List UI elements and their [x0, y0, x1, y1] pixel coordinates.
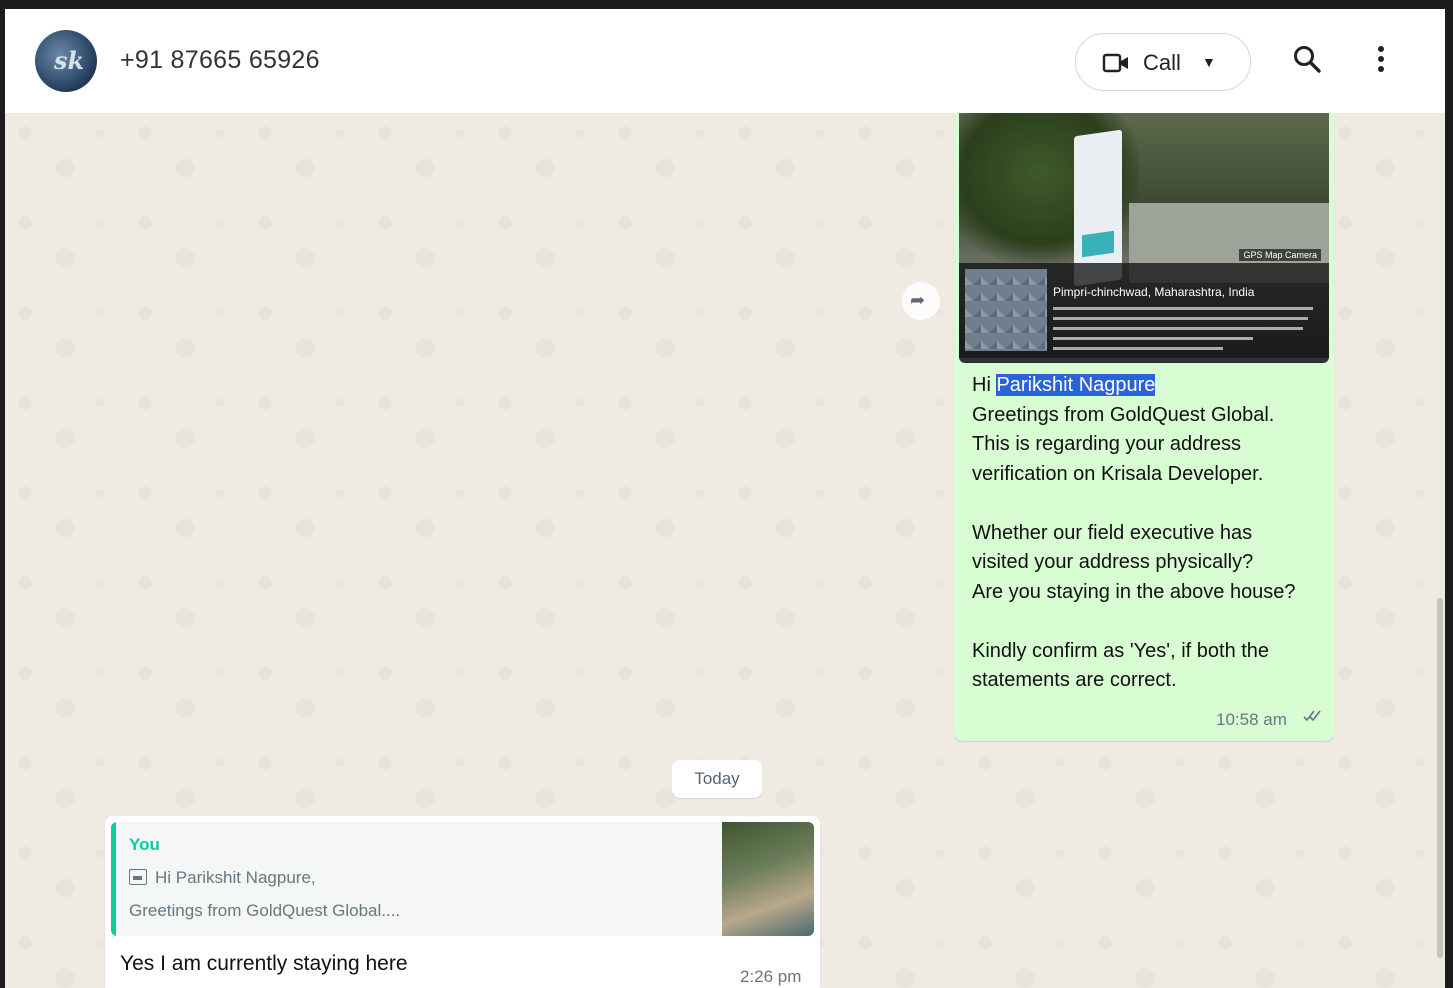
quote-line: Hi Parikshit Nagpure, [129, 868, 316, 888]
more-options-icon[interactable] [1375, 45, 1387, 80]
search-icon[interactable] [1292, 44, 1322, 79]
message-line: Are you staying in the above house? [972, 580, 1296, 603]
message-line: Whether our field executive has [972, 521, 1253, 544]
gps-address-line [1053, 327, 1303, 330]
gps-address-line [1053, 317, 1308, 320]
message-line: statements are correct. [972, 669, 1177, 691]
message-text[interactable]: Hi Parikshit Nagpure Greetings from Gold… [972, 371, 1332, 696]
gps-camera-tag: GPS Map Camera [1239, 249, 1321, 261]
gps-address-line [1053, 307, 1313, 310]
quote-accent-bar [111, 822, 116, 936]
outgoing-message[interactable]: GPS Map Camera Pimpri-chinchwad, Maharas… [954, 113, 1334, 741]
message-line: Greetings from GoldQuest Global. [972, 403, 1275, 426]
quoted-message[interactable]: You Hi Parikshit Nagpure, Greetings from… [111, 822, 814, 936]
message-time: 10:58 am [1216, 710, 1287, 729]
contact-name[interactable]: +91 87665 65926 [120, 46, 320, 75]
gps-location: Pimpri-chinchwad, Maharashtra, India [1053, 285, 1255, 299]
image-icon [129, 869, 147, 885]
gps-coords-line [1053, 337, 1253, 340]
quote-image-thumbnail [722, 822, 814, 936]
video-camera-icon [1102, 52, 1130, 79]
chat-window: sk +91 87665 65926 Call ▼ ➦ GPS Map Came… [0, 0, 1453, 988]
quote-line: Greetings from GoldQuest Global.... [129, 901, 401, 920]
call-label: Call [1143, 50, 1181, 75]
message-image[interactable]: GPS Map Camera Pimpri-chinchwad, Maharas… [959, 113, 1329, 363]
gps-stamp: GPS Map Camera Pimpri-chinchwad, Maharas… [959, 249, 1329, 358]
chevron-down-icon: ▼ [1202, 54, 1216, 70]
chat-header: sk +91 87665 65926 Call ▼ [5, 9, 1445, 114]
double-check-icon [1303, 709, 1323, 727]
message-text[interactable]: Yes I am currently staying here [120, 952, 408, 976]
message-line: Kindly confirm as 'Yes', if both the [972, 639, 1270, 662]
message-line: This is regarding your address [972, 433, 1242, 455]
forward-button[interactable]: ➦ [902, 282, 940, 320]
avatar[interactable]: sk [35, 30, 97, 92]
forward-icon: ➦ [910, 290, 926, 310]
date-separator: Today [672, 760, 762, 798]
quote-text: Hi Parikshit Nagpure, [155, 868, 316, 887]
avatar-glyph: sk [54, 46, 85, 75]
call-button[interactable]: Call ▼ [1075, 33, 1251, 91]
greeting-prefix: Hi [972, 374, 997, 396]
gps-date-line [1053, 347, 1223, 350]
selected-name: Parikshit Nagpure [996, 374, 1156, 396]
chat-area[interactable]: ➦ GPS Map Camera Pimpri-chinchwad, Mahar… [5, 113, 1445, 988]
incoming-message[interactable]: You Hi Parikshit Nagpure, Greetings from… [105, 816, 820, 988]
quote-author: You [129, 835, 160, 854]
scrollbar[interactable] [1437, 598, 1443, 958]
message-line: visited your address physically? [972, 551, 1254, 573]
gps-map-thumbnail [965, 269, 1047, 351]
message-time: 2:26 pm [740, 967, 802, 986]
message-line: verification on Krisala Developer. [972, 462, 1264, 485]
